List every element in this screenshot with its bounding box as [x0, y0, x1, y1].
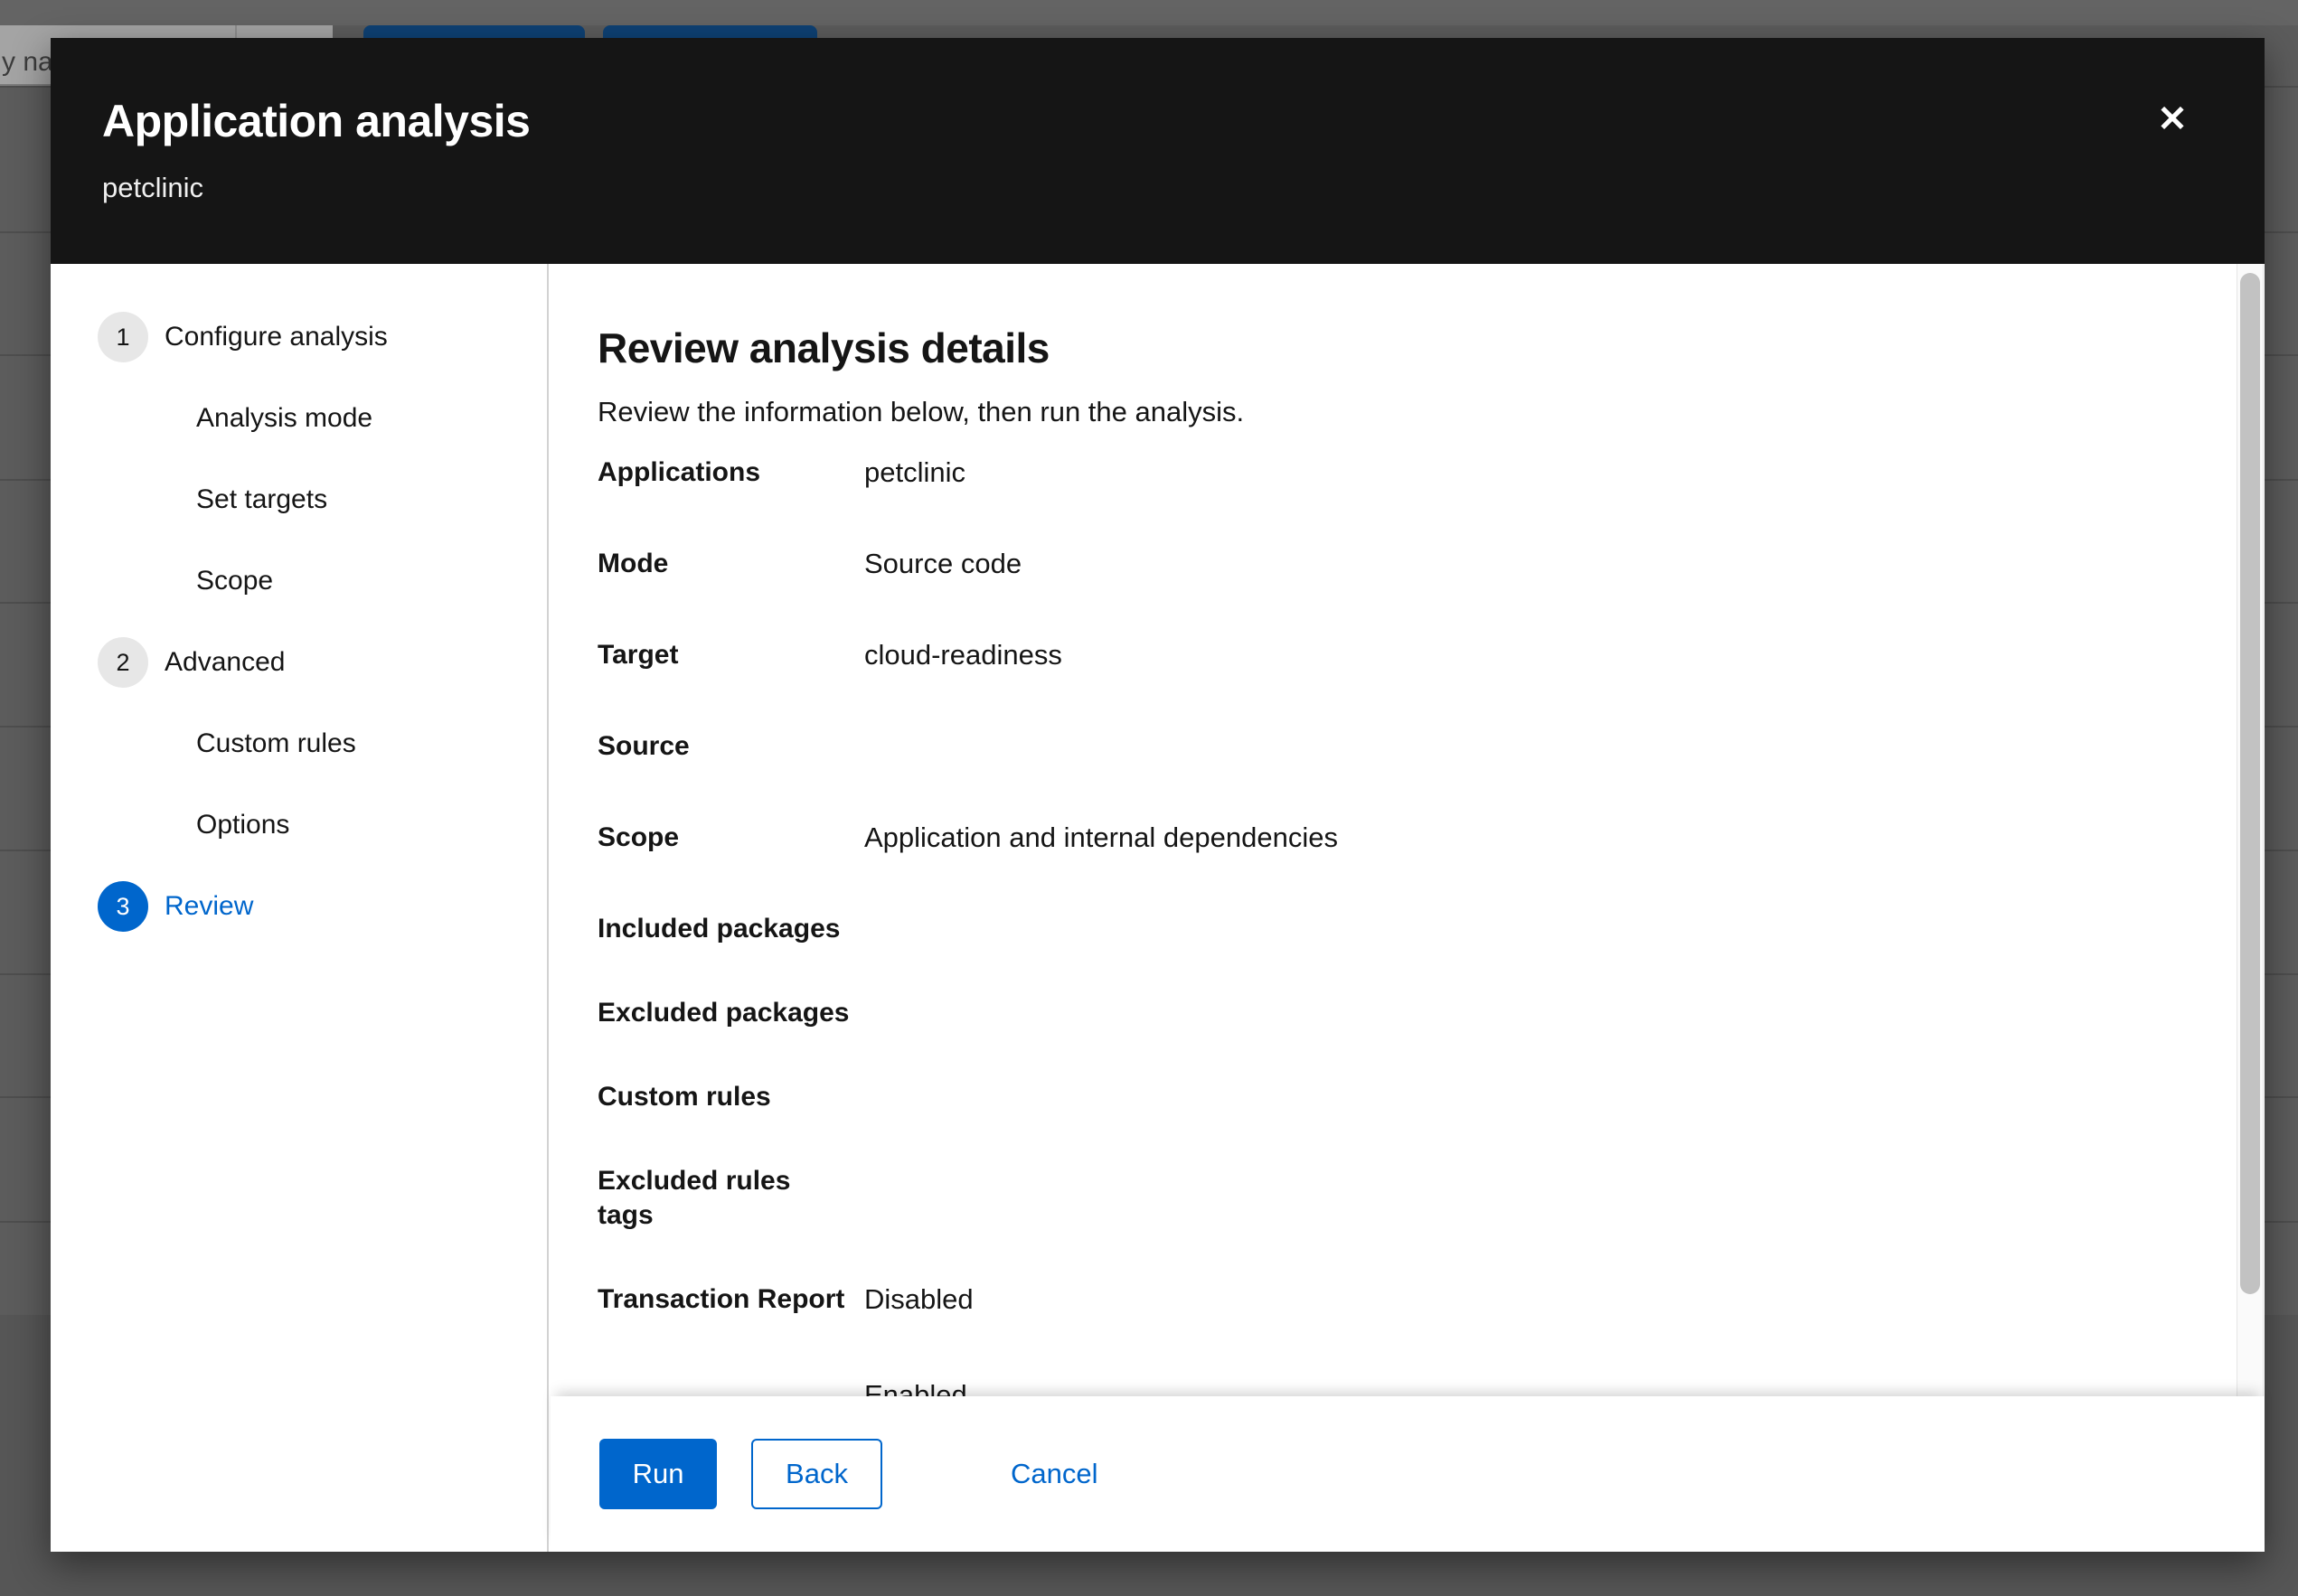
wizard-step-list: 1 Configure analysis Analysis mode Set t… — [98, 296, 547, 947]
wizard-step-item[interactable]: Analysis mode — [98, 378, 547, 459]
wizard-step-label: Scope — [196, 566, 273, 596]
step-number-badge: 1 — [98, 312, 148, 362]
wizard-step-label: Set targets — [196, 484, 327, 515]
review-field-label: Transaction Report — [598, 1282, 864, 1317]
run-button[interactable]: Run — [599, 1439, 717, 1509]
wizard-step-item[interactable]: Scope — [98, 540, 547, 622]
wizard-step-item[interactable]: Options — [98, 784, 547, 866]
review-scroll-area[interactable]: Review analysis details Review the infor… — [549, 264, 2265, 1396]
review-field-value: Enabled — [864, 1378, 2156, 1396]
review-field-label: Target — [598, 638, 864, 672]
wizard-nav: 1 Configure analysis Analysis mode Set t… — [51, 264, 549, 1552]
review-field-row: Transaction Report Disabled — [598, 1282, 2156, 1317]
review-field-row: Included packages — [598, 912, 2156, 946]
review-field-label: Scope — [598, 821, 864, 855]
review-field-value: cloud-readiness — [864, 638, 2156, 672]
scrollbar-track[interactable] — [2237, 264, 2264, 1396]
review-field-value: Disabled — [864, 1282, 2156, 1317]
review-field-value — [864, 996, 2156, 1030]
modal-body: 1 Configure analysis Analysis mode Set t… — [51, 264, 2265, 1552]
wizard-step-label: Review — [165, 891, 253, 922]
wizard-step-item[interactable]: Set targets — [98, 459, 547, 540]
wizard-step-label: Options — [196, 810, 289, 840]
review-field-value — [864, 1164, 2156, 1233]
review-field-label: Included packages — [598, 912, 864, 946]
review-description: Review the information below, then run t… — [598, 394, 2156, 430]
review-heading: Review analysis details — [598, 324, 2156, 372]
modal-title: Application analysis — [102, 96, 2265, 146]
review-field-label: Excluded packages — [598, 996, 864, 1030]
step-number-badge: 2 — [98, 637, 148, 688]
review-field-value — [864, 729, 2156, 764]
review-field-label: Applications — [598, 455, 864, 490]
review-field-value: Source code — [864, 547, 2156, 581]
review-field-value — [864, 912, 2156, 946]
modal-subtitle: petclinic — [102, 172, 2265, 204]
wizard-step-label: Custom rules — [196, 728, 356, 759]
review-field-row: Scope Application and internal dependenc… — [598, 821, 2156, 855]
review-field-row: Applications petclinic — [598, 455, 2156, 490]
wizard-footer: Run Back Cancel — [551, 1396, 2265, 1552]
close-icon[interactable]: ✕ — [2147, 94, 2198, 145]
review-field-row: Custom rules — [598, 1080, 2156, 1114]
application-analysis-modal: Application analysis petclinic ✕ 1 Confi… — [51, 38, 2265, 1552]
cancel-button[interactable]: Cancel — [1011, 1458, 1098, 1490]
review-field-list: Applications petclinic Mode Source code … — [598, 455, 2156, 1396]
review-field-row: Excluded rules tags — [598, 1164, 2156, 1233]
step-number-badge: 3 — [98, 881, 148, 932]
modal-header: Application analysis petclinic ✕ — [51, 38, 2265, 264]
review-field-row: Target cloud-readiness — [598, 638, 2156, 672]
review-field-label: Mode — [598, 547, 864, 581]
wizard-step-item[interactable]: Custom rules — [98, 703, 547, 784]
wizard-step-label: Advanced — [165, 647, 285, 678]
review-field-label: Source — [598, 729, 864, 764]
wizard-content: Review analysis details Review the infor… — [549, 264, 2265, 1552]
wizard-step-label: Configure analysis — [165, 322, 388, 352]
backdrop-filter-text-fragment: y na — [2, 47, 53, 78]
review-field-label: Excluded rules tags — [598, 1164, 864, 1233]
backdrop-top-bar — [0, 0, 2298, 25]
wizard-step-item[interactable]: 1 Configure analysis — [98, 296, 547, 378]
review-field-label — [598, 1378, 864, 1396]
review-field-value: Application and internal dependencies — [864, 821, 2156, 855]
wizard-step-item[interactable]: 3 Review — [98, 866, 547, 947]
review-field-value: petclinic — [864, 455, 2156, 490]
review-field-value — [864, 1080, 2156, 1114]
review-field-row: Mode Source code — [598, 547, 2156, 581]
review-field-row: Excluded packages — [598, 996, 2156, 1030]
scrollbar-thumb[interactable] — [2240, 273, 2260, 1294]
review-field-row: Source — [598, 729, 2156, 764]
review-field-label: Custom rules — [598, 1080, 864, 1114]
wizard-step-item[interactable]: 2 Advanced — [98, 622, 547, 703]
back-button[interactable]: Back — [751, 1439, 882, 1509]
wizard-step-label: Analysis mode — [196, 403, 372, 434]
review-field-row: Enabled — [598, 1378, 2156, 1396]
